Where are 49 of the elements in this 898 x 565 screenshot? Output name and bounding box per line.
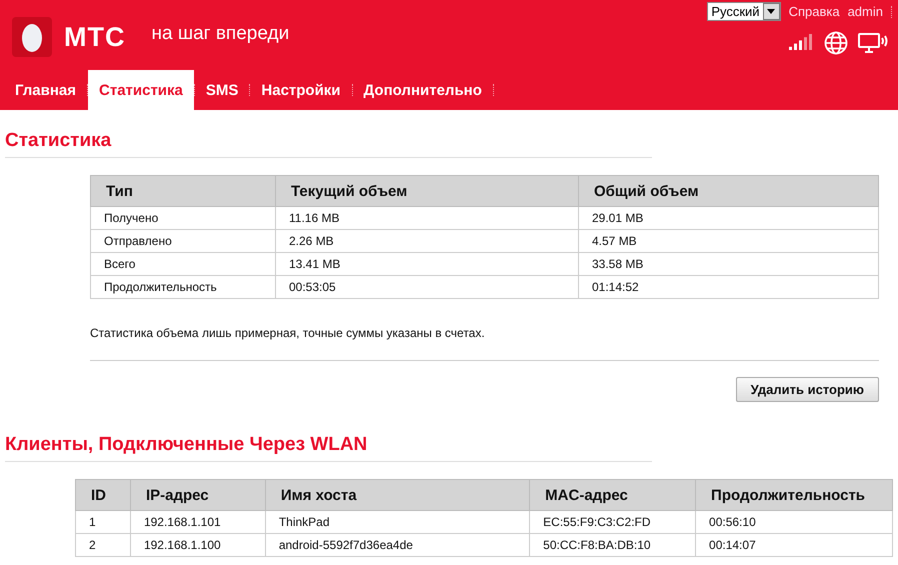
delete-history-button[interactable]: Удалить историю — [736, 377, 879, 402]
column-header: Продолжительность — [696, 480, 892, 510]
column-header: MAC-адрес — [530, 480, 696, 510]
table-cell: android-5592f7d36ea4de — [265, 534, 530, 556]
egg-logo-icon — [12, 17, 52, 57]
table-cell: 00:14:07 — [696, 534, 892, 556]
logo-text: МТС — [64, 22, 126, 53]
column-header: Текущий объем — [276, 176, 578, 206]
table-cell: 50:CC:F8:BA:DB:10 — [530, 534, 696, 556]
section-title: Клиенты, Подключенные Через WLAN — [5, 434, 652, 462]
signal-icon — [789, 34, 814, 52]
table-cell: 1 — [76, 510, 130, 534]
table-cell: 4.57 MB — [578, 230, 878, 252]
table-cell: 192.168.1.101 — [130, 510, 266, 534]
table-cell: 33.58 MB — [578, 252, 878, 276]
table-cell: Получено — [90, 206, 276, 230]
nav-tab[interactable]: Настройки — [250, 70, 352, 110]
table-cell: 2.26 MB — [276, 230, 578, 252]
column-header: IP-адрес — [130, 480, 266, 510]
table-cell: 192.168.1.100 — [130, 534, 266, 556]
caret-icon — [767, 9, 776, 14]
column-header: Общий объем — [578, 176, 878, 206]
table-cell: 29.01 MB — [578, 206, 878, 230]
nav-tab[interactable]: Главная — [4, 70, 88, 110]
table-cell: 00:56:10 — [696, 510, 892, 534]
table-cell: Продолжительность — [90, 276, 276, 298]
tagline: на шаг впереди — [151, 23, 290, 45]
nav-tab[interactable]: Дополнительно — [352, 70, 493, 110]
column-header: Имя хоста — [265, 480, 530, 510]
column-header: Тип — [90, 176, 276, 206]
monitor-icon — [858, 32, 888, 54]
table-cell: 13.41 MB — [276, 252, 578, 276]
nav-tab[interactable]: SMS — [194, 70, 250, 110]
table-cell: 2 — [76, 534, 130, 556]
column-header: ID — [76, 480, 130, 510]
header-link[interactable]: Справка — [788, 4, 840, 19]
header-link[interactable]: admin — [848, 4, 883, 19]
nav-tab[interactable]: Статистика — [88, 70, 194, 110]
section-title: Статистика — [5, 130, 652, 158]
language-select[interactable]: Русский — [707, 2, 781, 21]
table-cell: ThinkPad — [265, 510, 530, 534]
note-text: Статистика объема лишь примерная, точные суммы указаны в счетах. — [90, 326, 486, 340]
table-cell: Всего — [90, 252, 276, 276]
table-cell: Отправлено — [90, 230, 276, 252]
table-cell: EC:55:F9:C3:C2:FD — [530, 510, 696, 534]
table-cell: 11.16 MB — [276, 206, 578, 230]
table-cell: 01:14:52 — [578, 276, 878, 298]
globe-icon — [824, 31, 848, 55]
table-cell: 00:53:05 — [276, 276, 578, 298]
